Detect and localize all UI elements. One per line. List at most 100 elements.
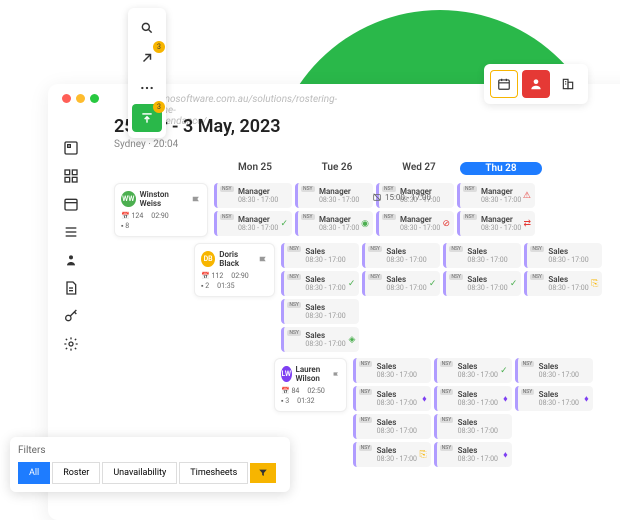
shift-status-icon: ✓: [500, 366, 508, 376]
arrow-tool[interactable]: 3: [132, 44, 162, 72]
shift-cell[interactable]: NSYSales08:30 - 17:00: [362, 243, 440, 268]
shift-cell[interactable]: NSYSales08:30 - 17:00: [434, 414, 512, 439]
shift-cell[interactable]: NSYSales08:30 - 17:00✓: [434, 358, 512, 383]
maximize-dot[interactable]: [90, 94, 99, 103]
shift-cell[interactable]: NSYSales08:30 - 17:00: [281, 243, 359, 268]
shift-tag: NSY: [368, 274, 382, 280]
employee-name: Lauren Wilson: [296, 365, 330, 383]
avatar: DB: [201, 251, 215, 267]
shift-cell[interactable]: NSYSales08:30 - 17:00: [524, 243, 602, 268]
employee-name: Doris Black: [219, 250, 255, 268]
mode-person[interactable]: [522, 70, 550, 98]
shift-cell[interactable]: NSYManager08:30 - 17:00: [295, 183, 373, 208]
day-header[interactable]: Wed 27: [378, 162, 460, 175]
sidebar-calendar-icon[interactable]: [63, 196, 79, 212]
shift-time: 08:30 - 17:00: [377, 455, 426, 463]
location-time: Sydney · 20:04: [114, 139, 620, 150]
sidebar-person-icon[interactable]: [63, 252, 79, 268]
day-headers: Mon 25Tue 26Wed 27Thu 28: [214, 162, 620, 175]
shift-tag: NSY: [359, 361, 373, 367]
upload-tool[interactable]: 3: [132, 104, 162, 132]
sidebar-document-icon[interactable]: [63, 280, 79, 296]
shift-tag: NSY: [530, 246, 544, 252]
arrow-badge: 3: [153, 41, 165, 53]
filter-tabs: AllRosterUnavailabilityTimesheets: [18, 462, 282, 484]
filter-tab-timesheets[interactable]: Timesheets: [179, 462, 248, 484]
search-tool[interactable]: [132, 14, 162, 42]
shift-cell[interactable]: NSYSales08:30 - 17:00♦: [434, 442, 512, 467]
shift-cell[interactable]: NSYSales08:30 - 17:00✓: [362, 271, 440, 296]
shift-time: 08:30 - 17:00: [305, 312, 354, 320]
shift-cell[interactable]: NSYSales08:30 - 17:00: [353, 414, 431, 439]
avatar: LW: [281, 366, 292, 382]
filter-tab-roster[interactable]: Roster: [52, 462, 100, 484]
shift-role: Sales: [386, 247, 435, 256]
shift-time: 08:30 - 17:00: [467, 256, 516, 264]
shift-status-icon: ✓: [510, 279, 518, 289]
filter-tab-all[interactable]: All: [18, 462, 50, 484]
shift-time: 08:30 - 17:00: [305, 340, 354, 348]
shift-cell[interactable]: NSYSales08:30 - 17:00✓: [281, 271, 359, 296]
shift-cell[interactable]: NSYManager08:30 - 17:00⇄: [457, 211, 535, 236]
shift-status-icon: ⚠: [523, 191, 531, 201]
stat-extra: 01:32: [297, 397, 314, 405]
stat-rate: 02:90: [231, 272, 248, 280]
mode-calendar[interactable]: [490, 70, 518, 98]
shift-time: 08:30 - 17:00: [539, 399, 588, 407]
shift-cell[interactable]: NSYSales08:30 - 17:00♦: [515, 386, 593, 411]
shift-status-icon: ⎘: [591, 279, 598, 289]
sidebar-list-icon[interactable]: [63, 224, 79, 240]
shift-cell[interactable]: NSYManager08:30 - 17:00⚠: [457, 183, 535, 208]
shift-tag: NSY: [440, 445, 454, 451]
employee-card[interactable]: LWLauren Wilson📅 8402:50▪ 301:32: [274, 358, 347, 412]
shift-tag: NSY: [463, 186, 477, 192]
day-header[interactable]: Tue 26: [296, 162, 378, 175]
shift-cell[interactable]: NSYManager08:30 - 17:00✓: [214, 211, 292, 236]
mode-building[interactable]: [554, 70, 582, 98]
shift-role: Sales: [458, 418, 507, 427]
stat-shifts: ▪ 3: [281, 397, 289, 405]
shift-cell[interactable]: NSYManager08:30 - 17:00◉: [295, 211, 373, 236]
shift-cell[interactable]: NSYSales08:30 - 17:00: [281, 299, 359, 324]
shift-cell[interactable]: NSYSales08:30 - 17:00♦: [434, 386, 512, 411]
minimize-dot[interactable]: [76, 94, 85, 103]
sidebar-settings-icon[interactable]: [63, 336, 79, 352]
filter-funnel-button[interactable]: [250, 463, 276, 483]
shift-tag: NSY: [287, 246, 301, 252]
shift-role: Sales: [305, 303, 354, 312]
shift-cell[interactable]: NSYSales08:30 - 17:00⎘: [353, 442, 431, 467]
shift-cell[interactable]: NSYSales08:30 - 17:00⎘: [524, 271, 602, 296]
employee-name: Winston Weiss: [140, 190, 188, 208]
shift-tag: NSY: [521, 361, 535, 367]
shift-status-icon: ♦: [584, 393, 589, 404]
employee-card[interactable]: WWWinston Weiss📅 12402:90▪ 8: [114, 183, 208, 237]
shift-cell[interactable]: NSYManager08:30 - 17:00⊘: [376, 211, 454, 236]
shift-cell[interactable]: NSYSales08:30 - 17:00♦: [353, 386, 431, 411]
shift-cell[interactable]: NSYSales08:30 - 17:00: [515, 358, 593, 383]
shift-cell[interactable]: NSYManager08:30 - 17:00: [214, 183, 292, 208]
day-header[interactable]: Thu 28: [460, 162, 542, 175]
shift-status-icon: ✓: [280, 219, 288, 229]
sidebar-grid-icon[interactable]: [63, 168, 79, 184]
close-dot[interactable]: [62, 94, 71, 103]
employee-card[interactable]: DBDoris Black📅 11202:90▪ 201:35: [194, 243, 275, 297]
shift-tag: NSY: [440, 389, 454, 395]
shift-status-icon: ✓: [429, 279, 437, 289]
stat-hours: 📅 84: [281, 387, 299, 395]
shift-cell[interactable]: NSYSales08:30 - 17:00: [443, 243, 521, 268]
shift-role: Sales: [467, 247, 516, 256]
employee-row: DBDoris Black📅 11202:90▪ 201:35NSYSales0…: [194, 243, 620, 352]
day-header[interactable]: Mon 25: [214, 162, 296, 175]
shift-cell[interactable]: NSYSales08:30 - 17:00◈: [281, 327, 359, 352]
shift-cell[interactable]: NSYSales08:30 - 17:00: [353, 358, 431, 383]
sidebar-dashboard-icon[interactable]: [63, 140, 79, 156]
shift-status-icon: ♦: [503, 393, 508, 404]
shift-tag: NSY: [220, 214, 234, 220]
shift-tag: NSY: [359, 417, 373, 423]
shift-cell[interactable]: NSYSales08:30 - 17:00✓: [443, 271, 521, 296]
stat-hours: 📅 112: [201, 272, 223, 280]
filters-title: Filters: [18, 445, 282, 456]
filter-tab-unavailability[interactable]: Unavailability: [102, 462, 177, 484]
sidebar-key-icon[interactable]: [63, 308, 79, 324]
more-tool[interactable]: [132, 74, 162, 102]
